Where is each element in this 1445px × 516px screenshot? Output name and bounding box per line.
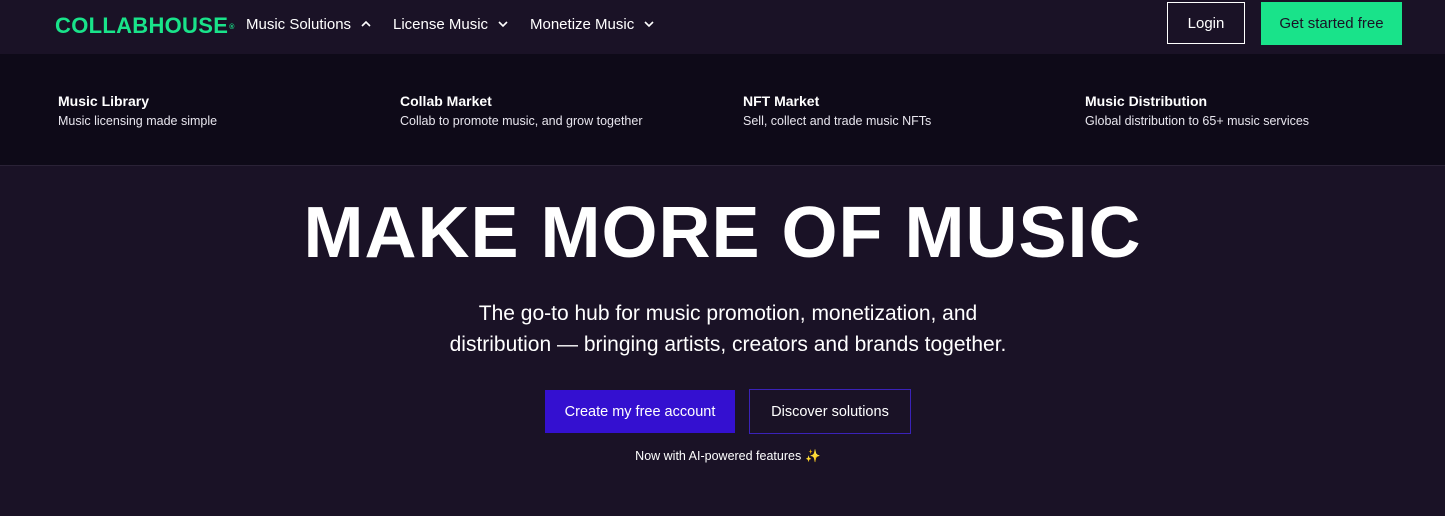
chevron-down-icon [498, 20, 508, 27]
dropdown-item-title: Collab Market [400, 93, 492, 109]
dropdown-item-nft-market[interactable]: NFT Market Sell, collect and trade music… [743, 92, 931, 129]
dropdown-item-subtitle: Sell, collect and trade music NFTs [743, 114, 932, 128]
get-started-button[interactable]: Get started free [1261, 2, 1402, 45]
dropdown-item-music-library[interactable]: Music Library Music licensing made simpl… [58, 92, 217, 129]
sparkle-icon: ✨ [805, 449, 821, 463]
discover-solutions-button[interactable]: Discover solutions [749, 389, 911, 434]
hero-subtitle: The go-to hub for music promotion, monet… [0, 298, 1445, 360]
dropdown-item-subtitle: Global distribution to 65+ music service… [1085, 114, 1310, 128]
hero-subtitle-line-2: distribution — bringing artists, creator… [449, 333, 1007, 356]
chevron-down-icon [644, 20, 654, 27]
create-account-button[interactable]: Create my free account [545, 390, 735, 433]
dropdown-item-music-distribution[interactable]: Music Distribution Global distribution t… [1085, 92, 1309, 129]
collabhouse-logo[interactable]: COLLABHOUSE® [55, 13, 235, 39]
nav-monetize-music-label: Monetize Music [530, 16, 635, 33]
top-navigation-bar: COLLABHOUSE® Music Solutions License Mus… [0, 0, 1445, 54]
dropdown-item-title: Music Library [58, 93, 150, 109]
ai-features-note-text: Now with AI-powered features [635, 449, 802, 463]
nav-license-music[interactable]: License Music [393, 16, 509, 33]
music-solutions-dropdown: Music Library Music licensing made simpl… [0, 54, 1445, 166]
nav-license-music-label: License Music [393, 16, 489, 33]
nav-music-solutions[interactable]: Music Solutions [246, 16, 372, 33]
dropdown-item-title: Music Distribution [1085, 93, 1208, 109]
chevron-up-icon [361, 20, 371, 27]
registered-mark: ® [229, 24, 235, 31]
ai-features-note: Now with AI-powered features ✨ [0, 449, 1445, 464]
dropdown-item-title: NFT Market [743, 93, 820, 109]
login-button[interactable]: Login [1167, 2, 1245, 44]
dropdown-item-collab-market[interactable]: Collab Market Collab to promote music, a… [400, 92, 643, 129]
hero-title: MAKE MORE OF MUSIC [303, 193, 1142, 273]
dropdown-item-subtitle: Music licensing made simple [58, 114, 218, 128]
nav-monetize-music[interactable]: Monetize Music [530, 16, 655, 33]
dropdown-item-subtitle: Collab to promote music, and grow togeth… [400, 114, 643, 128]
nav-music-solutions-label: Music Solutions [246, 16, 352, 33]
logo-text: COLLABHOUSE [55, 13, 229, 38]
hero-subtitle-line-1: The go-to hub for music promotion, monet… [478, 302, 978, 325]
